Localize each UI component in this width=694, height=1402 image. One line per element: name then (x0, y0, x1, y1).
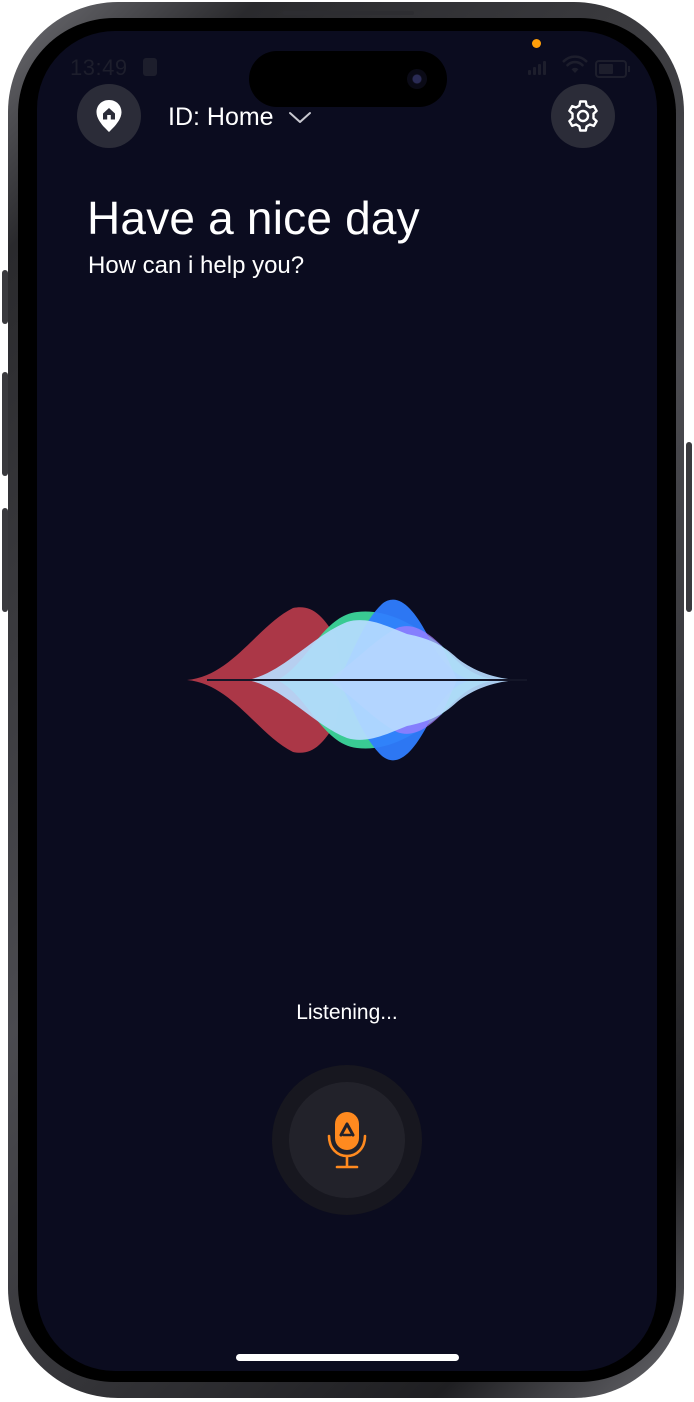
app-screen: 13:49 ID: Home Have a nice day How can i… (37, 31, 657, 1371)
speaker-grille (282, 11, 414, 15)
volume-down-button (2, 508, 8, 612)
microphone-button[interactable] (272, 1065, 422, 1215)
greeting-title: Have a nice day (87, 192, 420, 244)
home-location-button[interactable] (77, 84, 141, 148)
settings-button[interactable] (551, 84, 615, 148)
microphone-button-inner (289, 1082, 405, 1198)
status-time: 13:49 (70, 55, 128, 80)
battery-icon (595, 60, 630, 78)
cellular-signal-icon (528, 59, 546, 75)
voice-waveform (97, 599, 577, 761)
listening-status: Listening... (296, 1001, 398, 1024)
gear-icon (568, 100, 598, 132)
home-id-selector[interactable]: ID: Home (168, 103, 312, 132)
greeting-subtitle: How can i help you? (88, 252, 305, 279)
microphone-icon (327, 1112, 367, 1169)
home-location-pin-icon (96, 100, 122, 132)
front-camera-icon (407, 69, 427, 89)
action-button (2, 270, 8, 324)
home-indicator[interactable] (236, 1354, 459, 1361)
chevron-down-icon (288, 111, 311, 123)
home-id-label: ID: Home (168, 103, 274, 131)
contact-card-icon (143, 58, 157, 76)
power-button (686, 442, 692, 612)
volume-up-button (2, 372, 8, 476)
wifi-icon (562, 55, 588, 73)
mic-privacy-indicator (532, 39, 541, 48)
